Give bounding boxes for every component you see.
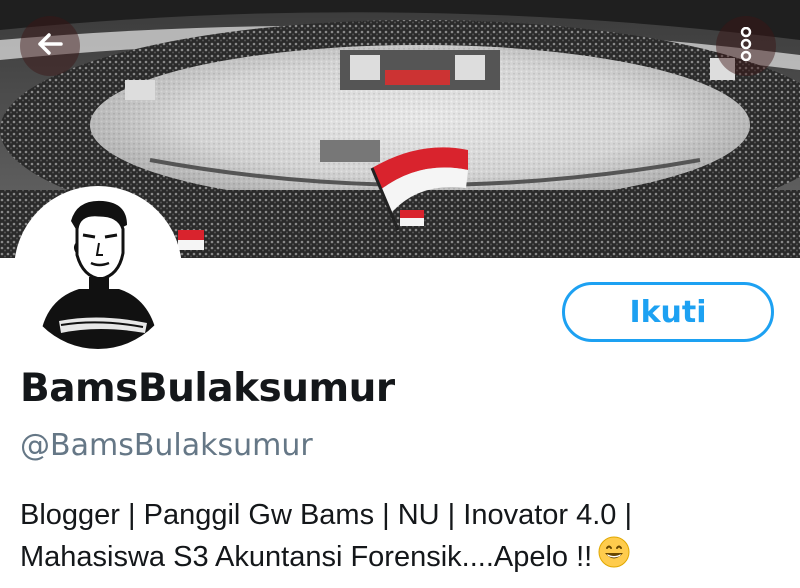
follow-button[interactable]: Ikuti [562,282,774,342]
more-options-button[interactable] [716,16,776,76]
bio-line: Blogger | Panggil Gw Bams | NU | Inovato… [20,499,633,531]
display-name: BamsBulaksumur [20,366,395,411]
arrow-left-icon [35,29,65,64]
profile-avatar-sketch [19,191,177,349]
avatar[interactable] [14,186,182,354]
more-vertical-icon [738,26,754,66]
bio-line: Mahasiswa S3 Akuntansi Forensik....Apelo… [20,536,790,580]
back-button[interactable] [20,16,80,76]
grinning-face-icon [598,536,630,580]
bio-text: Mahasiswa S3 Akuntansi Forensik....Apelo… [20,541,593,573]
profile-bio: Blogger | Panggil Gw Bams | NU | Inovato… [20,494,790,580]
username-handle: @BamsBulaksumur [20,428,313,463]
